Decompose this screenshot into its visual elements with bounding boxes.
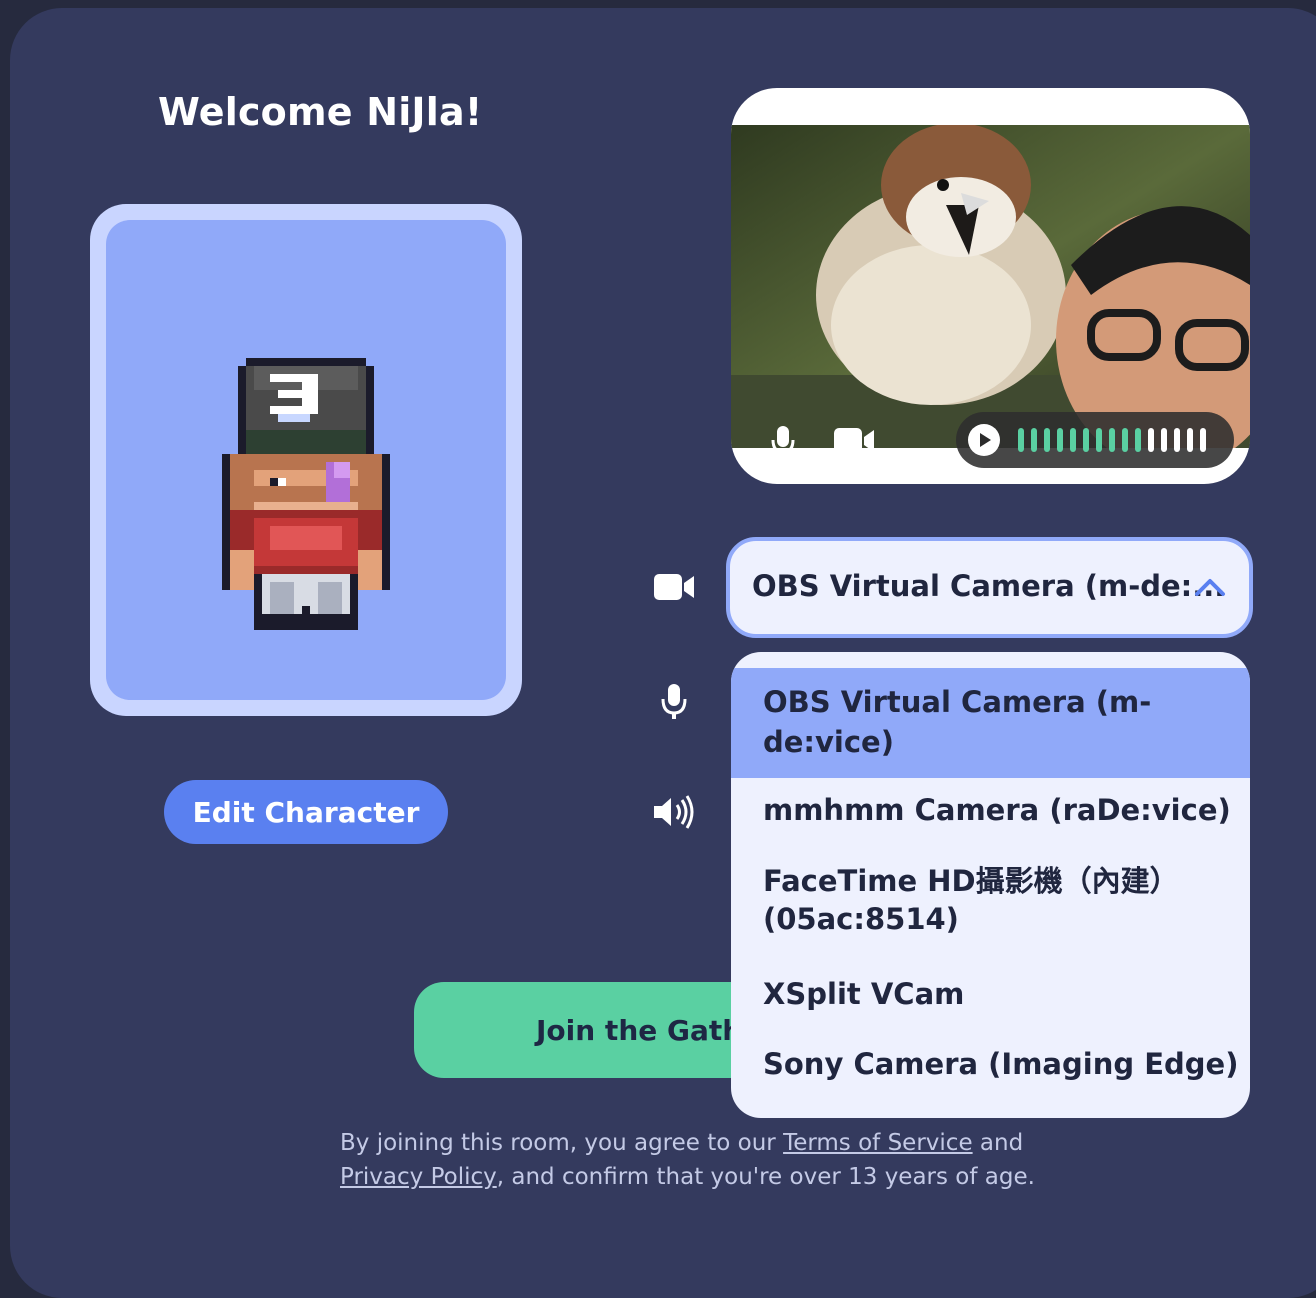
avatar-frame: [90, 204, 522, 716]
video-camera-icon: [654, 574, 694, 600]
preview-camera-icon[interactable]: [832, 426, 876, 456]
camera-option-label: Sony Camera (Imaging Edge): [763, 1047, 1239, 1081]
camera-option-label: FaceTime HD攝影機（內建）: [763, 864, 1179, 898]
play-icon[interactable]: [968, 424, 1000, 456]
terms-text: , and confirm that you're over 13 years …: [496, 1164, 1035, 1190]
camera-option-xsplit[interactable]: XSplit VCam: [731, 974, 1250, 1014]
welcome-title: Welcome NiJla!: [158, 90, 483, 134]
audio-level-meter: [956, 412, 1234, 468]
level-bar: [1135, 428, 1141, 452]
camera-option-sony[interactable]: Sony Camera (Imaging Edge): [731, 1044, 1250, 1084]
terms-text: By joining this room, you agree to our: [340, 1130, 784, 1156]
level-bar: [1109, 428, 1115, 452]
camera-dropdown-menu: OBS Virtual Camera (m- de:vice) mmhmm Ca…: [731, 652, 1250, 1118]
camera-option-label: (05ac:8514): [763, 902, 959, 936]
camera-option-mmhmm[interactable]: mmhmm Camera (raDe:vice): [731, 790, 1250, 830]
chevron-up-icon[interactable]: [1194, 577, 1226, 597]
character-sprite: [222, 358, 390, 630]
privacy-policy-link[interactable]: Privacy Policy: [340, 1164, 497, 1190]
level-bar: [1200, 428, 1206, 452]
audio-level-bars: [1018, 428, 1206, 452]
camera-option-label: mmhmm Camera (raDe:vice): [763, 793, 1231, 827]
terms-notice: By joining this room, you agree to our T…: [340, 1126, 1040, 1194]
edit-character-button[interactable]: Edit Character: [164, 780, 448, 844]
camera-option-label: de:vice): [763, 725, 894, 759]
terms-text: and: [972, 1130, 1024, 1156]
level-bar: [1083, 428, 1089, 452]
speaker-icon: [654, 795, 694, 829]
preview-mic-icon[interactable]: [770, 424, 796, 460]
level-bar: [1187, 428, 1193, 452]
camera-option-facetime[interactable]: FaceTime HD攝影機（內建） (05ac:8514): [731, 862, 1250, 938]
level-bar: [1148, 428, 1154, 452]
camera-feed-image: [731, 125, 1250, 448]
camera-option-obs[interactable]: OBS Virtual Camera (m- de:vice): [731, 668, 1250, 778]
level-bar: [1174, 428, 1180, 452]
level-bar: [1044, 428, 1050, 452]
level-bar: [1018, 428, 1024, 452]
level-bar: [1070, 428, 1076, 452]
avatar-preview: [106, 220, 506, 700]
level-bar: [1161, 428, 1167, 452]
level-bar: [1096, 428, 1102, 452]
level-bar: [1057, 428, 1063, 452]
level-bar: [1031, 428, 1037, 452]
camera-option-label: XSplit VCam: [763, 977, 965, 1011]
camera-select[interactable]: OBS Virtual Camera (m-de:...: [726, 537, 1253, 638]
terms-of-service-link[interactable]: Terms of Service: [783, 1130, 973, 1156]
level-bar: [1122, 428, 1128, 452]
camera-select-value: OBS Virtual Camera (m-de:...: [752, 569, 1226, 603]
mic-icon: [661, 684, 687, 719]
camera-option-label: OBS Virtual Camera (m-: [763, 685, 1152, 719]
